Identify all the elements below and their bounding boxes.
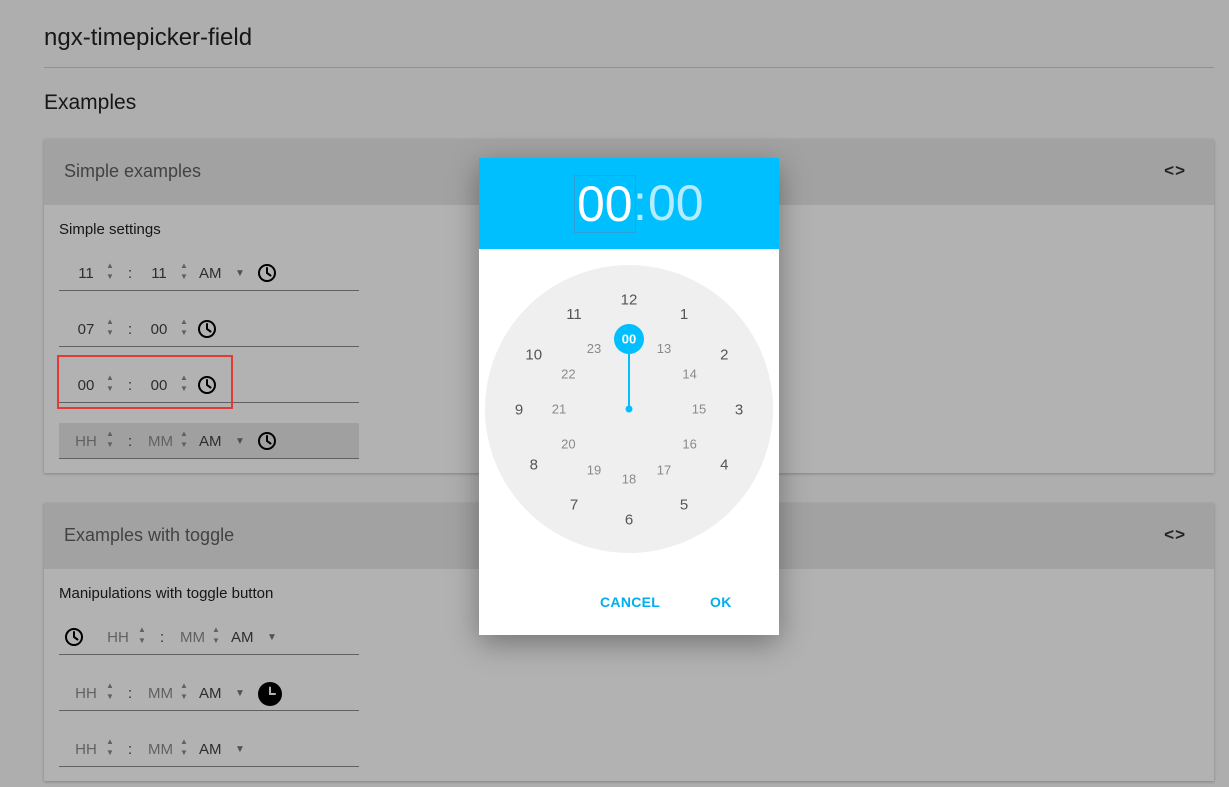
clock-hour-outer-7[interactable]: 7 [570,497,578,514]
clock-hour-inner-22[interactable]: 22 [561,367,575,382]
clock-hour-inner-18[interactable]: 18 [622,472,636,487]
dialog-header: 00 : 00 [479,158,779,249]
clock-hour-outer-4[interactable]: 4 [720,456,728,473]
clock-hour-inner-16[interactable]: 16 [682,437,696,452]
clock-hour-outer-3[interactable]: 3 [735,401,743,418]
clock-hour-inner-14[interactable]: 14 [682,367,696,382]
active-field-highlight [57,355,233,409]
clock-hour-inner-20[interactable]: 20 [561,437,575,452]
ok-button[interactable]: OK [710,594,732,610]
clock-hour-inner-19[interactable]: 19 [587,462,601,477]
dialog-hour-display[interactable]: 00 [574,175,636,233]
clock-hour-outer-10[interactable]: 10 [525,346,542,363]
clock-hour-outer-11[interactable]: 11 [566,306,582,323]
clock-hour-inner-17[interactable]: 17 [657,462,671,477]
clock-hour-inner-23[interactable]: 23 [587,341,601,356]
clock-face[interactable]: 12 1 2 3 4 5 6 7 8 9 10 11 00 13 14 15 16 17 18 19 20 21 22 23 [485,265,773,553]
clock-hour-outer-2[interactable]: 2 [720,346,728,363]
timepicker-dialog: 00 : 00 12 1 2 3 4 5 6 7 8 9 10 11 00 13 14 15 16 17 18 19… [479,158,779,635]
clock-hour-inner-21[interactable]: 21 [552,402,566,417]
clock-hour-outer-9[interactable]: 9 [515,401,523,418]
dialog-minute-display[interactable]: 00 [648,175,704,231]
clock-hour-outer-1[interactable]: 1 [680,306,688,323]
clock-hour-inner-00[interactable]: 00 [622,332,636,347]
cancel-button[interactable]: CANCEL [600,594,660,610]
clock-face-svg[interactable]: 121234567891011 001314151617181920212223 [485,265,773,553]
clock-hour-outer-6[interactable]: 6 [625,511,633,528]
clock-hour-inner-13[interactable]: 13 [657,341,671,356]
clock-hour-inner-15[interactable]: 15 [692,402,706,417]
clock-hour-outer-12[interactable]: 12 [621,291,638,308]
dialog-time-separator: : [633,175,647,231]
clock-center-dot [625,405,633,413]
clock-hour-outer-5[interactable]: 5 [680,497,688,514]
clock-hour-outer-8[interactable]: 8 [530,456,538,473]
